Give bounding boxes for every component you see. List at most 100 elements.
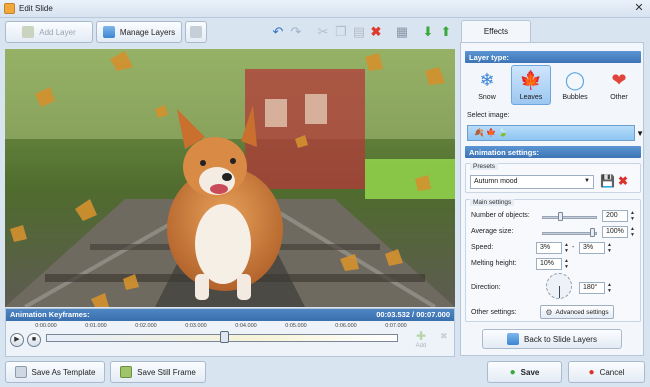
layer-type-label: Leaves — [519, 94, 543, 101]
direction-dial[interactable] — [546, 273, 572, 299]
preset-value: Autumn mood — [474, 178, 518, 185]
keyframes-title: Animation Keyframes: — [10, 310, 90, 319]
redo-icon[interactable]: ↷ — [287, 23, 305, 41]
delete-icon[interactable]: ✖ — [367, 23, 385, 41]
stop-button[interactable]: ■ — [27, 333, 41, 347]
keyframes-time: 00:03.532 / 00:07.000 — [376, 310, 450, 319]
timeline-playhead[interactable] — [219, 331, 229, 343]
paste-icon[interactable]: ▤ — [350, 23, 368, 41]
ruler-tick-label: 0:02.000 — [135, 323, 157, 329]
ruler-tick-label: 0:03.000 — [185, 323, 207, 329]
layers-icon — [507, 333, 520, 345]
select-image-dropdown[interactable]: 🍂 🍁 🍃 ▼ — [467, 125, 644, 141]
checkmark-icon: ● — [509, 366, 516, 378]
play-button[interactable]: ▶ — [10, 333, 24, 347]
add-keyframe-icon: ✚ — [415, 329, 427, 343]
save-preset-icon[interactable]: 💾 — [600, 174, 615, 188]
speed-dash: - — [572, 244, 575, 251]
back-to-slide-layers-button[interactable]: Back to Slide Layers — [482, 329, 622, 349]
layer-type-leaves[interactable]: 🍁 Leaves — [511, 65, 551, 105]
layers-icon — [102, 26, 115, 38]
effects-panel: Layer type: ❄ Snow 🍁 Leaves ◯ Bubbles ❤ Other S… — [460, 42, 644, 356]
window-title: Edit Slide — [19, 4, 53, 13]
number-of-objects-slider[interactable] — [542, 216, 597, 219]
slide-preview[interactable] — [5, 49, 455, 307]
average-size-slider[interactable] — [542, 232, 597, 235]
ruler-tick-label: 0:04.000 — [235, 323, 257, 329]
speed-max-input[interactable]: 3% ▲ ▼ — [579, 242, 612, 254]
ruler-tick-label: 0:07.000 — [385, 323, 407, 329]
copy-icon[interactable]: ❐ — [332, 23, 350, 41]
delete-keyframe-icon[interactable]: ✖ — [440, 331, 448, 342]
image-icon — [120, 366, 133, 378]
direction-input[interactable]: 180° ▲ ▼ — [579, 282, 612, 294]
advanced-settings-button[interactable]: ⚙ Advanced settings — [540, 305, 614, 319]
number-of-objects-input[interactable]: 200 ▲ ▼ — [602, 210, 635, 222]
cancel-label: Cancel — [599, 367, 625, 377]
layer-type-bubbles[interactable]: ◯ Bubbles — [555, 65, 595, 105]
cut-icon[interactable]: ✂ — [314, 23, 332, 41]
tab-effects[interactable]: Effects — [461, 20, 531, 43]
average-size-input[interactable]: 100% ▲ ▼ — [602, 226, 635, 238]
cancel-button[interactable]: ● Cancel — [568, 361, 645, 383]
move-up-icon[interactable]: ⬆ — [437, 23, 455, 41]
save-button[interactable]: ● Save — [487, 361, 562, 383]
grid-icon[interactable]: ▦ — [393, 23, 411, 41]
layer-type-header: Layer type: — [465, 51, 641, 63]
title-bar: Edit Slide ✕ — [0, 0, 650, 18]
direction-value: 180° — [583, 284, 598, 291]
add-layer-button[interactable]: Add Layer — [5, 21, 93, 43]
speed-min-input[interactable]: 3% ▲ ▼ — [536, 242, 569, 254]
number-of-objects-thumb[interactable] — [558, 212, 563, 221]
spin-arrows-icon[interactable]: ▲ ▼ — [564, 258, 569, 270]
manage-layers-button[interactable]: Manage Layers — [96, 21, 182, 43]
gear-icon: ⚙ — [545, 307, 553, 317]
delete-preset-icon[interactable]: ✖ — [618, 174, 628, 188]
add-layer-label: Add Layer — [39, 27, 76, 37]
template-icon — [14, 366, 27, 378]
average-size-thumb[interactable] — [590, 228, 595, 237]
manage-layers-label: Manage Layers — [119, 27, 176, 37]
undo-icon[interactable]: ↶ — [269, 23, 287, 41]
keyframes-header: Animation Keyframes: 00:03.532 / 00:07.0… — [6, 309, 454, 321]
add-layer-icon — [22, 26, 35, 38]
add-keyframe-button[interactable]: ✚ Add — [410, 329, 432, 353]
layer-type-snow[interactable]: ❄ Snow — [467, 65, 507, 105]
save-still-frame-button[interactable]: Save Still Frame — [110, 361, 206, 383]
add-keyframe-label: Add — [415, 343, 427, 349]
close-button[interactable]: ✕ — [632, 2, 646, 15]
ruler-tick-label: 0:01.000 — [85, 323, 107, 329]
save-as-template-button[interactable]: Save As Template — [5, 361, 105, 383]
preview-image — [5, 49, 455, 307]
bottom-bar: Save As Template Save Still Frame ● Save… — [0, 357, 650, 387]
layer-options-button[interactable] — [185, 21, 207, 43]
save-still-label: Save Still Frame — [137, 367, 196, 377]
animation-settings-header: Animation settings: — [465, 146, 641, 158]
ruler-tick-label: 0:06.000 — [335, 323, 357, 329]
spin-arrows-icon[interactable]: ▲ ▼ — [607, 242, 612, 254]
spin-arrows-icon[interactable]: ▲ ▼ — [607, 282, 612, 294]
chevron-down-icon: ▼ — [636, 129, 644, 138]
layer-type-label: Snow — [478, 94, 496, 101]
bubble-icon: ◯ — [564, 70, 586, 90]
layer-type-other[interactable]: ❤ Other — [599, 65, 639, 105]
melting-height-input[interactable]: 10% ▲ ▼ — [536, 258, 569, 270]
app-icon — [4, 3, 15, 14]
leaf-icon: 🍁 — [519, 70, 543, 90]
move-down-icon[interactable]: ⬇ — [419, 23, 437, 41]
layer-options-icon — [190, 26, 202, 38]
direction-label: Direction: — [471, 284, 501, 291]
spin-arrows-icon[interactable]: ▲ ▼ — [564, 242, 569, 254]
advanced-settings-label: Advanced settings — [555, 308, 609, 316]
toolbar: Add Layer Manage Layers ↶ ↷ ✂ ❐ ▤ ✖ ▦ ⬇ … — [3, 19, 458, 45]
melting-height-value: 10% — [540, 260, 555, 267]
layer-type-label: Bubbles — [562, 94, 588, 101]
spin-arrows-icon[interactable]: ▲ ▼ — [630, 210, 635, 222]
other-settings-label: Other settings: — [471, 309, 517, 316]
spin-arrows-icon[interactable]: ▲ ▼ — [630, 226, 635, 238]
average-size-label: Average size: — [471, 228, 514, 235]
preset-select[interactable]: Autumn mood ▼ — [470, 175, 594, 189]
number-of-objects-label: Number of objects: — [471, 212, 530, 219]
presets-caption: Presets — [470, 163, 499, 170]
melting-height-label: Melting height: — [471, 260, 517, 267]
